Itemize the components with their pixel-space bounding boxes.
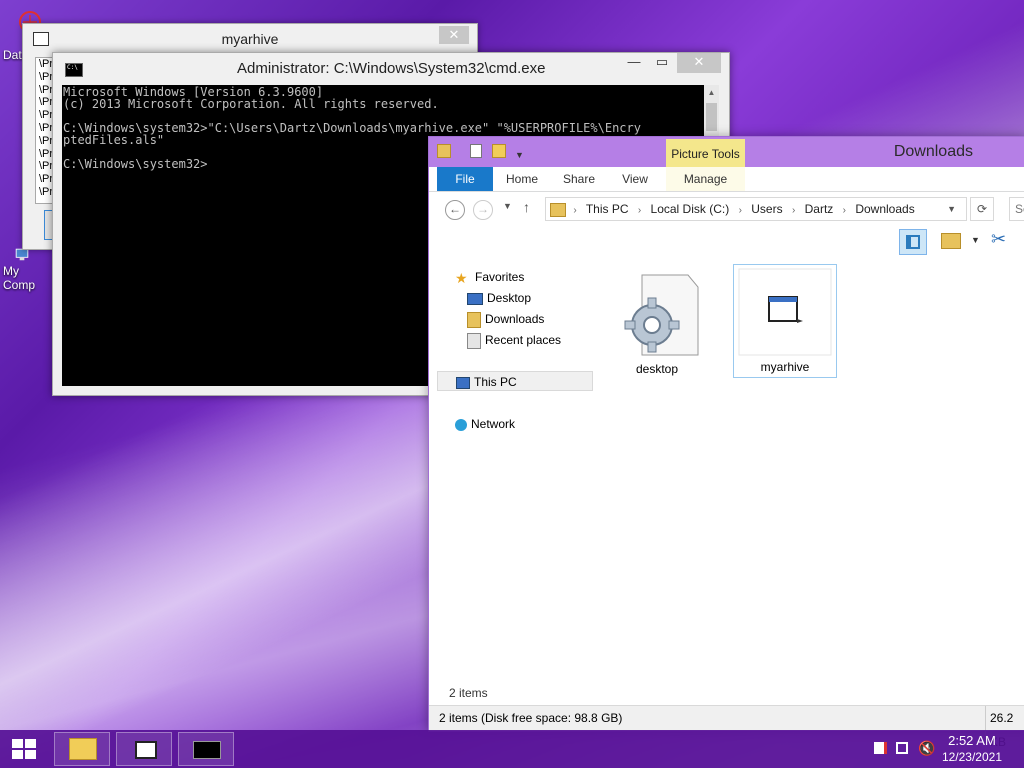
- cut-icon[interactable]: ✂: [991, 229, 1006, 250]
- title-bar[interactable]: C:\ Administrator: C:\Windows\System32\c…: [53, 53, 729, 85]
- chevron-down-icon[interactable]: ▼: [515, 150, 524, 160]
- tab-manage[interactable]: Manage: [666, 167, 745, 191]
- status-bar: 2 items (Disk free space: 98.8 GB) 26.2 …: [429, 705, 1024, 754]
- chevron-right-icon: ›: [738, 205, 742, 216]
- properties-icon[interactable]: [470, 144, 483, 158]
- refresh-button[interactable]: ⟳: [970, 197, 994, 221]
- breadcrumb-item[interactable]: This PC: [586, 202, 629, 216]
- taskbar-explorer-button[interactable]: [54, 732, 110, 766]
- search-input[interactable]: Se: [1009, 197, 1024, 221]
- recent-places-icon: [467, 332, 481, 349]
- quick-access-toolbar: ▼: [437, 144, 530, 161]
- nav-item-desktop[interactable]: Desktop: [467, 288, 531, 308]
- settings-file-icon: [624, 274, 699, 356]
- ribbon-tabs: File Home Share View Manage: [429, 167, 1024, 192]
- file-item[interactable]: desktop: [605, 265, 709, 379]
- chevron-down-icon[interactable]: ▼: [947, 198, 956, 220]
- forward-button[interactable]: →: [473, 200, 493, 220]
- tab-home[interactable]: Home: [499, 167, 545, 191]
- start-button[interactable]: [0, 730, 48, 768]
- volume-muted-icon[interactable]: 🔇: [918, 740, 935, 757]
- clock-date: 12/23/2021: [941, 750, 1002, 764]
- folder-icon: [550, 202, 566, 217]
- breadcrumb[interactable]: › This PC › Local Disk (C:) › Users › Da…: [545, 197, 967, 221]
- back-button[interactable]: ←: [445, 200, 465, 220]
- folder-icon[interactable]: [437, 144, 451, 158]
- item-count: 2 items: [449, 686, 488, 700]
- clock-time: 2:52 AM: [948, 733, 996, 748]
- breadcrumb-item[interactable]: Local Disk (C:): [651, 202, 730, 216]
- chevron-down-icon[interactable]: ▼: [971, 235, 980, 245]
- application-icon: [135, 741, 157, 759]
- window-title: myarhive: [221, 31, 279, 47]
- recent-locations-button[interactable]: ▼: [503, 201, 512, 211]
- cmd-icon: C:\: [65, 63, 83, 77]
- scroll-thumb[interactable]: [706, 103, 717, 131]
- close-button[interactable]: ✕: [439, 26, 469, 44]
- close-button[interactable]: ✕: [677, 53, 721, 73]
- taskbar-myarhive-button[interactable]: [116, 732, 172, 766]
- new-folder-icon[interactable]: [491, 144, 506, 158]
- status-text: 2 items (Disk free space: 98.8 GB): [439, 711, 623, 725]
- desktop-icon-label: My Comp: [3, 264, 36, 292]
- tab-file[interactable]: File: [437, 167, 493, 191]
- chevron-right-icon: ›: [842, 205, 846, 216]
- cmd-icon: [193, 741, 221, 759]
- chevron-right-icon: ›: [791, 205, 796, 216]
- action-center-flag-icon[interactable]: [874, 742, 887, 754]
- window-title: Downloads: [893, 143, 973, 160]
- explorer-window[interactable]: ▼ Downloads Picture Tools File Home Shar…: [428, 136, 1024, 754]
- file-label: myarhive: [760, 360, 810, 374]
- nav-item-recent[interactable]: Recent places: [467, 330, 561, 350]
- downloads-folder-icon: [467, 311, 481, 328]
- chevron-right-icon: ›: [637, 205, 642, 216]
- address-bar: ← → ▼ ↑ › This PC › Local Disk (C:) › Us…: [429, 193, 1024, 225]
- folder-check-icon[interactable]: [941, 233, 961, 249]
- file-explorer-icon: [69, 738, 97, 760]
- nav-item-network[interactable]: Network: [455, 414, 515, 434]
- scroll-up-arrow-icon[interactable]: ▲: [704, 85, 719, 101]
- maximize-button[interactable]: ▭: [649, 53, 675, 73]
- breadcrumb-item[interactable]: Users: [751, 202, 782, 216]
- system-tray: 🔇 2:52 AM 12/23/2021: [864, 730, 1024, 768]
- star-icon: ★: [455, 269, 468, 286]
- nav-item-this-pc[interactable]: This PC: [437, 371, 593, 391]
- window-title: Administrator: C:\Windows\System32\cmd.e…: [237, 60, 546, 77]
- minimize-button[interactable]: —: [621, 53, 647, 73]
- nav-item-downloads[interactable]: Downloads: [467, 309, 544, 329]
- tab-view[interactable]: View: [613, 167, 657, 191]
- my-computer-icon: [15, 248, 29, 261]
- navigation-pane-button[interactable]: [899, 229, 927, 255]
- breadcrumb-item[interactable]: Downloads: [855, 202, 914, 216]
- tab-share[interactable]: Share: [555, 167, 603, 191]
- file-label: desktop: [635, 362, 679, 376]
- computer-icon: [456, 376, 470, 389]
- application-icon: [738, 268, 832, 356]
- taskbar: 🔇 2:52 AM 12/23/2021: [0, 730, 1024, 768]
- network-status-icon[interactable]: [896, 742, 908, 754]
- title-bar[interactable]: myarhive ✕: [23, 24, 477, 54]
- window-icon: [33, 32, 49, 46]
- nav-item-favorites[interactable]: ★ Favorites: [455, 267, 524, 287]
- contextual-tab-group: Picture Tools: [666, 139, 745, 169]
- file-item-selected[interactable]: myarhive: [733, 264, 837, 378]
- taskbar-cmd-button[interactable]: [178, 732, 234, 766]
- breadcrumb-item[interactable]: Dartz: [805, 202, 834, 216]
- clock[interactable]: 2:52 AM 12/23/2021: [942, 733, 1002, 765]
- desktop-icon-my-computer[interactable]: My Comp: [0, 248, 52, 292]
- desktop-icon: [467, 292, 483, 305]
- chevron-right-icon: ›: [573, 205, 577, 216]
- up-button[interactable]: ↑: [523, 199, 530, 215]
- console-line: (c) 2013 Microsoft Corporation. All righ…: [63, 97, 439, 111]
- network-icon: [455, 418, 467, 431]
